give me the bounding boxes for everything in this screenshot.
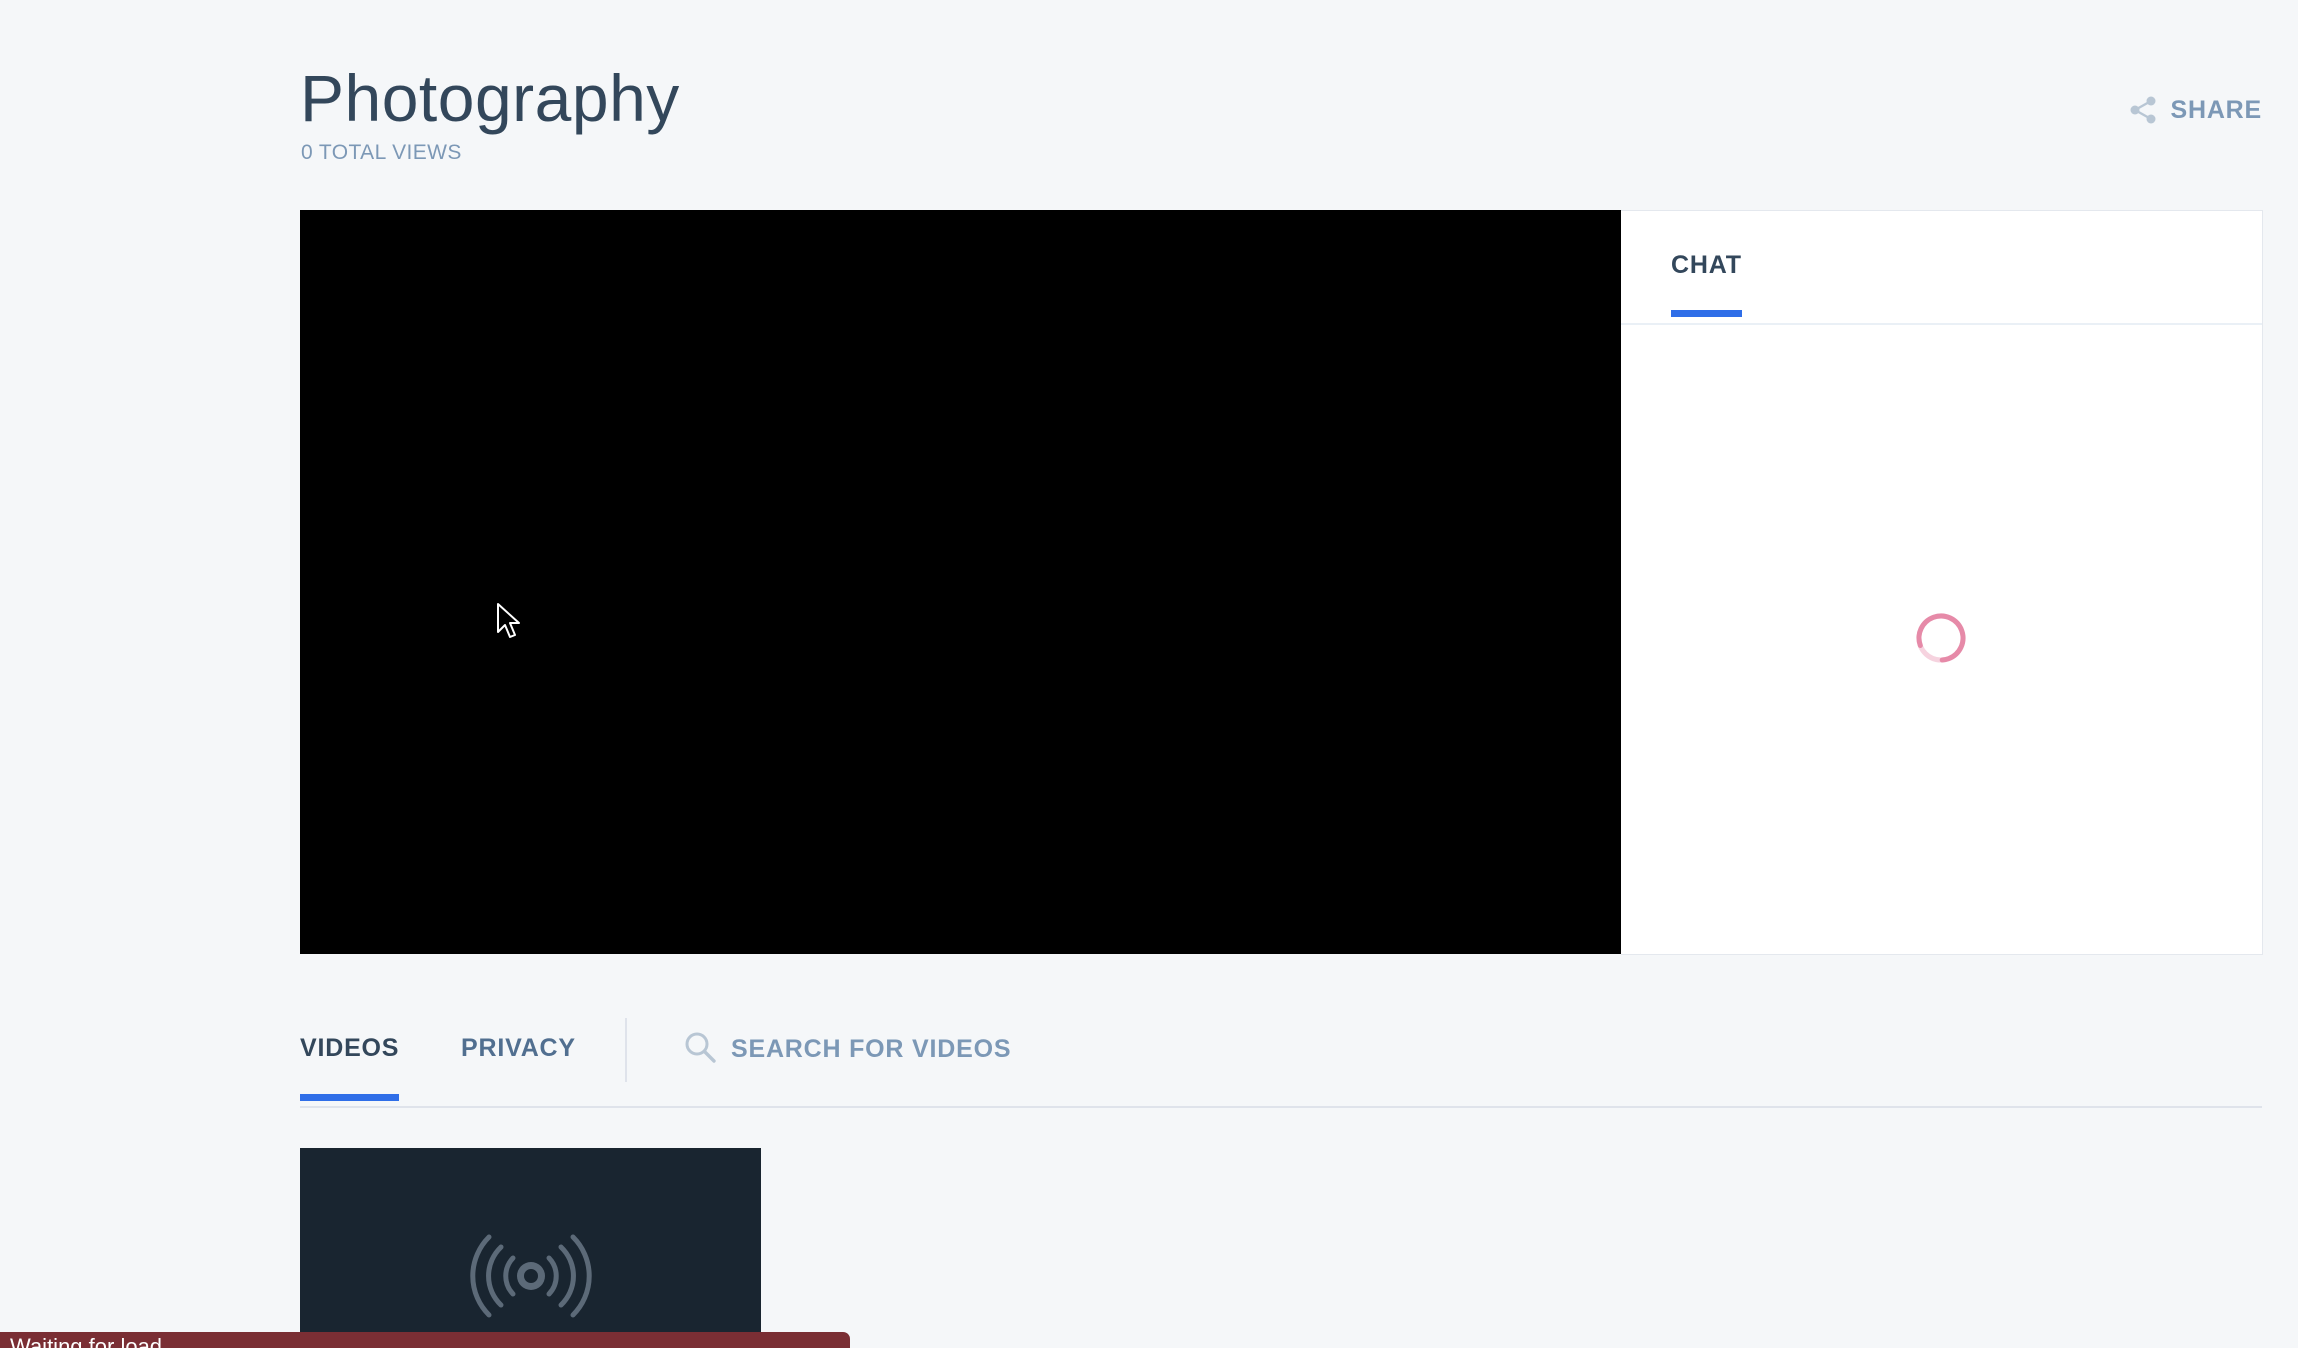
mouse-cursor-icon [496,602,522,645]
chat-header: CHAT [1621,211,2262,325]
status-text: Waiting for load... [10,1334,181,1348]
search-icon [683,1030,717,1069]
tab-privacy[interactable]: PRIVACY [461,1034,576,1063]
video-thumbnail[interactable] [300,1148,761,1348]
share-icon [2128,95,2158,125]
search-box[interactable] [683,1030,1151,1069]
page-title: Photography [300,61,680,135]
broadcast-icon [469,1234,593,1323]
video-player[interactable] [300,210,1621,954]
search-input[interactable] [731,1035,1151,1064]
share-button[interactable]: SHARE [2128,95,2262,125]
tabs-divider [625,1018,627,1082]
total-views: 0 TOTAL VIEWS [301,141,462,164]
share-label: SHARE [2170,95,2262,124]
loading-spinner-icon [1915,612,1967,664]
tab-chat[interactable]: CHAT [1671,251,1742,317]
status-bar: Waiting for load... [0,1332,850,1348]
video-tabs: VIDEOS PRIVACY [300,1010,2262,1108]
tab-videos[interactable]: VIDEOS [300,1034,400,1101]
chat-panel: CHAT [1621,210,2263,955]
